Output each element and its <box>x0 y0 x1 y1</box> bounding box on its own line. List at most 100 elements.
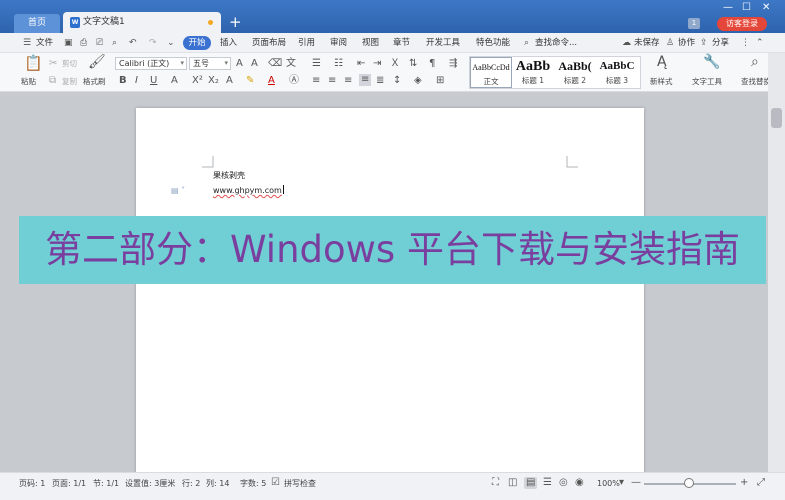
tab-document[interactable]: W 文字文稿1 <box>63 12 221 33</box>
format-painter-icon[interactable]: 🖌 <box>88 55 106 69</box>
document-page[interactable]: 果核剥壳 www.ghpym.com <box>136 108 644 480</box>
style-heading-1[interactable]: AaBb 标题 1 <box>512 57 554 88</box>
print-preview-icon[interactable]: ⌕ <box>112 37 117 49</box>
style-heading-3[interactable]: AaBbC 标题 3 <box>596 57 638 88</box>
print-icon[interactable]: ⎚ <box>96 37 103 49</box>
read-mode-icon[interactable]: ◫ <box>508 477 517 489</box>
menu-features[interactable]: 特色功能 <box>476 37 510 49</box>
paragraph-handle-icon[interactable]: ▤ ˅ <box>171 186 185 195</box>
spell-check-button[interactable]: 拼写检查 <box>284 479 316 489</box>
paste-icon[interactable]: 📋 <box>24 56 43 71</box>
sort-icon[interactable]: ⇅ <box>409 58 417 70</box>
status-column[interactable]: 列: 14 <box>206 479 229 489</box>
char-border-icon[interactable]: Ⓐ <box>289 75 299 87</box>
bold-icon[interactable]: B <box>119 75 127 87</box>
font-size-select[interactable]: 五号 ▾ <box>189 57 231 70</box>
new-tab-button[interactable]: + <box>229 13 242 31</box>
eye-protection-icon[interactable]: ◉ <box>575 477 584 489</box>
line-spacing-icon[interactable]: ↕ <box>393 75 401 87</box>
find-replace-icon[interactable]: ⌕ <box>751 55 759 69</box>
share-button[interactable]: 分享 <box>712 37 729 49</box>
visitor-login-button[interactable]: 访客登录 <box>717 17 767 31</box>
menu-start[interactable]: 开始 <box>183 36 211 50</box>
cut-button[interactable]: 剪切 <box>62 59 77 69</box>
tab-icon[interactable]: ⇶ <box>449 58 457 70</box>
zoom-slider-handle[interactable] <box>684 478 694 488</box>
increase-indent-icon[interactable]: ⇥ <box>373 58 381 70</box>
menu-view[interactable]: 视图 <box>362 37 379 49</box>
vertical-scrollbar[interactable] <box>768 53 785 472</box>
fit-page-icon[interactable]: ⤢ <box>757 477 765 489</box>
strikethrough-icon[interactable]: A <box>171 75 178 87</box>
zoom-level[interactable]: 100% <box>597 479 620 489</box>
new-style-icon[interactable]: Ą <box>657 55 667 69</box>
status-page-count[interactable]: 页面: 1/1 <box>52 479 86 489</box>
decrease-indent-icon[interactable]: ⇤ <box>357 58 365 70</box>
font-color-icon[interactable]: A <box>268 75 275 87</box>
status-page-number[interactable]: 页码: 1 <box>19 479 45 489</box>
find-replace-button[interactable]: 查找替换 <box>741 77 771 87</box>
export-pdf-icon[interactable]: ⎙ <box>80 37 87 49</box>
italic-icon[interactable]: I <box>135 75 138 87</box>
new-style-button[interactable]: 新样式 <box>650 77 673 87</box>
decrease-font-icon[interactable]: A <box>251 58 258 70</box>
page-view-icon[interactable]: ▤ <box>524 477 538 489</box>
copy-button[interactable]: 复制 <box>62 77 77 87</box>
underline-icon[interactable]: U <box>150 75 157 87</box>
phonetic-icon[interactable]: 文 <box>286 58 296 70</box>
status-row[interactable]: 行: 2 <box>182 479 200 489</box>
restore-icon[interactable]: ☐ <box>742 2 751 14</box>
menu-references[interactable]: 引用 <box>298 37 315 49</box>
text-tools-button[interactable]: 文字工具 <box>692 77 722 87</box>
collaborate-button[interactable]: 协作 <box>678 37 695 49</box>
close-icon[interactable]: ✕ <box>762 2 770 14</box>
text-tools-icon[interactable]: 🔧 <box>703 55 720 69</box>
collapse-ribbon-icon[interactable]: ⌃ <box>756 37 764 49</box>
superscript-icon[interactable]: X² <box>192 75 203 87</box>
bullet-list-icon[interactable]: ☰ <box>312 58 321 70</box>
scrollbar-thumb[interactable] <box>771 108 782 128</box>
shading-icon[interactable]: ◈ <box>414 75 422 87</box>
subscript-icon[interactable]: X₂ <box>208 75 219 87</box>
menu-review[interactable]: 审阅 <box>330 37 347 49</box>
show-marks-icon[interactable]: ¶ <box>429 58 435 70</box>
web-view-icon[interactable]: ◎ <box>559 477 568 489</box>
align-left-icon[interactable]: ≡ <box>312 75 320 87</box>
document-text-line[interactable]: 果核剥壳 <box>213 170 245 181</box>
style-heading-2[interactable]: AaBb( 标题 2 <box>554 57 596 88</box>
font-name-select[interactable]: Calibri (正文) ▾ <box>115 57 187 70</box>
distribute-icon[interactable]: ≣ <box>376 75 384 87</box>
save-icon[interactable]: ▣ <box>64 37 73 49</box>
text-effect-icon[interactable]: A <box>226 75 233 87</box>
customize-toolbar-icon[interactable]: ⌄ <box>167 37 175 49</box>
outline-view-icon[interactable]: ☰ <box>543 477 552 489</box>
format-painter-button[interactable]: 格式刷 <box>83 77 106 87</box>
paste-button[interactable]: 粘贴 <box>21 77 36 87</box>
menu-file[interactable]: 文件 <box>36 37 53 49</box>
chinese-layout-icon[interactable]: Ｘ <box>390 58 400 70</box>
increase-font-icon[interactable]: A <box>236 58 243 70</box>
minimize-icon[interactable]: — <box>723 2 733 14</box>
command-search[interactable]: 查找命令... <box>535 37 577 49</box>
menu-insert[interactable]: 插入 <box>220 37 237 49</box>
document-text-line[interactable]: www.ghpym.com <box>213 185 284 195</box>
more-icon[interactable]: ⋮ <box>741 37 750 49</box>
window-count-badge[interactable]: 1 <box>688 18 700 29</box>
status-section[interactable]: 节: 1/1 <box>93 479 119 489</box>
menu-hamburger-icon[interactable]: ☰ <box>23 37 31 49</box>
undo-icon[interactable]: ↶ <box>129 37 137 49</box>
justify-icon[interactable]: ≡ <box>359 74 372 86</box>
redo-icon[interactable]: ↷ <box>149 37 157 49</box>
zoom-in-icon[interactable]: + <box>740 477 748 489</box>
status-setting[interactable]: 设置值: 3厘米 <box>125 479 175 489</box>
zoom-out-icon[interactable]: — <box>631 477 641 489</box>
tab-home[interactable]: 首页 <box>14 14 60 33</box>
menu-page-layout[interactable]: 页面布局 <box>252 37 286 49</box>
status-word-count[interactable]: 字数: 5 <box>240 479 266 489</box>
highlight-icon[interactable]: ✎ <box>246 75 254 87</box>
zoom-dropdown-icon[interactable]: ▾ <box>619 477 624 489</box>
fullscreen-icon[interactable]: ⛶ <box>492 477 499 489</box>
clear-format-icon[interactable]: ⌫ <box>268 58 282 70</box>
unsaved-status[interactable]: 未保存 <box>634 37 660 49</box>
align-right-icon[interactable]: ≡ <box>344 75 352 87</box>
